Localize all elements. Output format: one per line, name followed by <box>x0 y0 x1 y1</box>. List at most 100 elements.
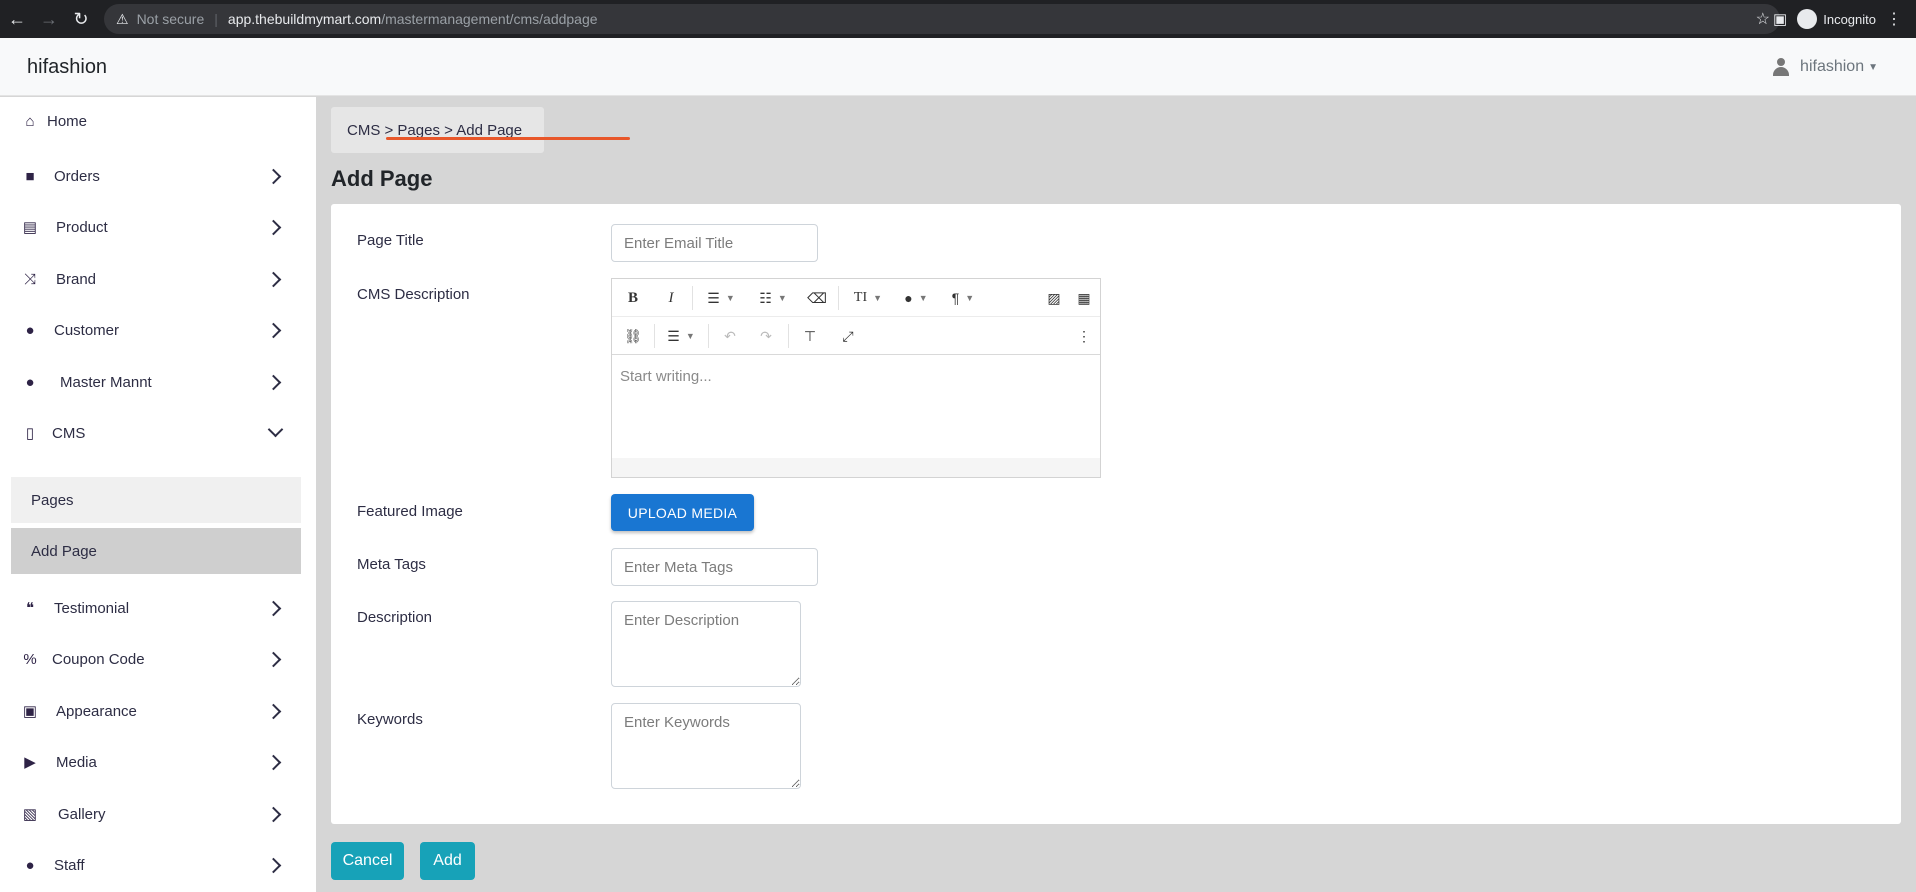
sidebar-item-cms[interactable]: ▯ CMS <box>0 411 316 455</box>
vertical-dots-icon: ⋮ <box>1077 327 1091 344</box>
paragraph-button[interactable]: ¶ ▼ <box>942 279 984 317</box>
chevron-down-icon: ▼ <box>873 293 883 303</box>
sidebar-item-gallery[interactable]: ▧ Gallery <box>0 792 316 836</box>
user-menu[interactable]: hifashion ▼ <box>1772 58 1878 76</box>
toolbar-divider <box>654 324 655 348</box>
add-button[interactable]: Add <box>420 842 475 880</box>
chevron-down-icon: ▼ <box>918 293 928 303</box>
breadcrumb[interactable]: CMS > Pages > Add Page <box>331 107 544 153</box>
images-icon: ▧ <box>22 806 38 823</box>
brand-name[interactable]: hifashion <box>27 56 107 79</box>
link-button[interactable]: ⛓ <box>618 317 648 355</box>
toolbar-divider <box>708 324 709 348</box>
toolbar-divider <box>838 286 839 310</box>
sidebar-item-orders[interactable]: ■ Orders <box>0 154 316 198</box>
redo-icon: ↷ <box>760 327 772 344</box>
quote-icon: ❝ <box>25 600 35 617</box>
app-navbar: hifashion hifashion ▼ <box>0 38 1916 96</box>
sidebar-item-master-mannt[interactable]: ● Master Mannt <box>0 360 316 404</box>
keywords-label: Keywords <box>357 711 423 728</box>
description-textarea[interactable] <box>611 601 801 687</box>
droplet-icon: ● <box>904 290 913 306</box>
meta-tags-input[interactable] <box>611 548 818 586</box>
chevron-right-icon <box>268 601 282 615</box>
insert-image-button[interactable]: ▨ <box>1040 279 1068 317</box>
alignment-button[interactable]: ☰ ▼ <box>660 317 702 355</box>
paragraph-icon: ¶ <box>951 290 960 306</box>
more-options-button[interactable]: ⋮ <box>1074 317 1094 355</box>
bulleted-list-icon: ☰ <box>707 289 720 306</box>
undo-button[interactable]: ↶ <box>716 317 744 355</box>
format-painter-button[interactable]: ⊤ <box>796 317 824 355</box>
cancel-button[interactable]: Cancel <box>331 842 404 880</box>
sidebar-subitem-pages[interactable]: Pages <box>11 477 301 523</box>
align-left-icon: ☰ <box>667 327 680 344</box>
undo-icon: ↶ <box>724 327 736 344</box>
forward-icon[interactable]: → <box>34 4 64 34</box>
chevron-down-icon: ▼ <box>685 331 695 341</box>
sidebar-item-label: Staff <box>54 856 85 874</box>
chevron-down-icon <box>268 426 282 440</box>
sidebar: ⌂ Home ■ Orders ▤ Product ⤨ Brand ● Cust… <box>0 97 316 892</box>
sidebar-item-label: CMS <box>52 424 86 442</box>
home-icon: ⌂ <box>25 112 35 130</box>
sidebar-item-appearance[interactable]: ▣ Appearance <box>0 689 316 733</box>
sidebar-item-label: Testimonial <box>54 599 130 617</box>
fullscreen-button[interactable]: ⤢ <box>834 317 862 355</box>
url-host: app.thebuildmymart.com <box>227 11 382 27</box>
editor-toolbar-row-2: ⛓ ☰ ▼ ↶ ↷ ⊤ ⤢ ⋮ <box>612 317 1100 355</box>
sidebar-subitem-add-page[interactable]: Add Page <box>11 528 301 574</box>
sidebar-item-customer[interactable]: ● Customer <box>0 308 316 352</box>
upload-media-button[interactable]: UPLOAD MEDIA <box>611 494 754 531</box>
eraser-icon: ⌫ <box>807 289 827 306</box>
back-icon[interactable]: ← <box>2 4 32 34</box>
chevron-down-icon: ▼ <box>965 293 975 303</box>
page-title-input[interactable] <box>611 224 818 262</box>
sidebar-item-product[interactable]: ▤ Product <box>0 205 316 249</box>
chevron-right-icon <box>268 755 282 769</box>
italic-button[interactable]: I <box>656 279 686 317</box>
percent-icon: % <box>23 650 37 668</box>
font-color-button[interactable]: ● ▼ <box>896 279 936 317</box>
archive-icon: ▤ <box>22 219 38 236</box>
sidebar-item-label: Product <box>56 218 108 236</box>
numbered-list-icon: ☷ <box>759 289 772 306</box>
sidebar-item-label: Brand <box>56 270 97 288</box>
chevron-right-icon <box>268 652 282 666</box>
incognito-label: Incognito <box>1823 11 1876 27</box>
address-bar[interactable]: ⚠ Not secure | app.thebuildmymart.com /m… <box>104 4 1780 34</box>
numbered-list-button[interactable]: ☷ ▼ <box>752 279 794 317</box>
sidebar-item-label: Appearance <box>56 702 137 720</box>
user-avatar-icon <box>1772 58 1790 76</box>
keywords-textarea[interactable] <box>611 703 801 789</box>
chevron-right-icon <box>268 704 282 718</box>
sidebar-item-media[interactable]: ▶ Media <box>0 740 316 784</box>
side-panel-icon[interactable]: ▣ <box>1773 10 1787 28</box>
font-size-button[interactable]: TI ▼ <box>846 279 890 317</box>
editor-toolbar-row-1: B I ☰ ▼ ☷ ▼ ⌫ TI ▼ ● ▼ ¶ ▼ ▨ ▦ <box>612 279 1100 317</box>
security-label: Not secure <box>136 11 205 27</box>
link-icon: ⛓ <box>624 327 642 344</box>
insert-table-button[interactable]: ▦ <box>1070 279 1098 317</box>
user-name: hifashion <box>1800 58 1865 75</box>
sidebar-item-testimonial[interactable]: ❝ Testimonial <box>0 586 316 630</box>
sidebar-item-coupon-code[interactable]: % Coupon Code <box>0 637 316 681</box>
sidebar-item-label: Media <box>56 753 97 771</box>
bulleted-list-button[interactable]: ☰ ▼ <box>700 279 742 317</box>
incognito-icon <box>1797 9 1818 29</box>
toolbar-divider <box>692 286 693 310</box>
reload-icon[interactable]: ↻ <box>66 4 96 34</box>
image-icon: ▨ <box>1047 289 1061 306</box>
sidebar-item-home[interactable]: ⌂ Home <box>0 99 316 143</box>
bookmark-star-icon[interactable]: ☆ <box>1756 9 1770 29</box>
bold-button[interactable]: B <box>618 279 648 317</box>
browser-menu-icon[interactable]: ⋮ <box>1886 9 1902 29</box>
shopping-bag-icon: ■ <box>25 167 35 185</box>
sidebar-item-brand[interactable]: ⤨ Brand <box>0 257 316 301</box>
file-icon: ▯ <box>25 425 35 442</box>
remove-format-button[interactable]: ⌫ <box>802 279 832 317</box>
sidebar-item-staff[interactable]: ● Staff <box>0 843 316 887</box>
incognito-indicator[interactable]: Incognito <box>1797 9 1876 29</box>
editor-content-area[interactable]: Start writing... <box>612 356 1100 458</box>
redo-button[interactable]: ↷ <box>752 317 780 355</box>
